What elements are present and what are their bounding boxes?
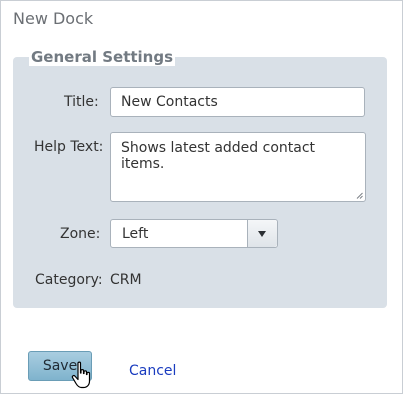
zone-select-value: Left bbox=[122, 226, 149, 242]
category-value: CRM bbox=[110, 272, 142, 288]
category-label: Category: bbox=[35, 272, 103, 288]
title-input[interactable]: New Contacts bbox=[110, 87, 365, 117]
help-text-value: Shows latest added contact items. bbox=[121, 140, 316, 172]
zone-select[interactable]: Left bbox=[110, 219, 278, 248]
zone-label: Zone: bbox=[60, 226, 101, 242]
help-text-textarea[interactable]: Shows latest added contact items. bbox=[110, 132, 366, 202]
chevron-down-icon bbox=[258, 231, 266, 237]
help-text-label: Help Text: bbox=[34, 139, 104, 155]
cancel-link[interactable]: Cancel bbox=[129, 363, 176, 379]
resize-grip-icon[interactable] bbox=[356, 192, 363, 199]
hand-pointer-icon bbox=[71, 361, 91, 389]
general-settings-fieldset: General Settings Title: New Contacts Hel… bbox=[13, 48, 387, 308]
title-label: Title: bbox=[64, 94, 99, 110]
new-dock-dialog: New Dock General Settings Title: New Con… bbox=[0, 0, 403, 394]
zone-dropdown-button[interactable] bbox=[247, 220, 277, 247]
fieldset-legend: General Settings bbox=[29, 48, 176, 66]
dialog-title: New Dock bbox=[13, 9, 94, 28]
title-input-value: New Contacts bbox=[121, 94, 218, 110]
